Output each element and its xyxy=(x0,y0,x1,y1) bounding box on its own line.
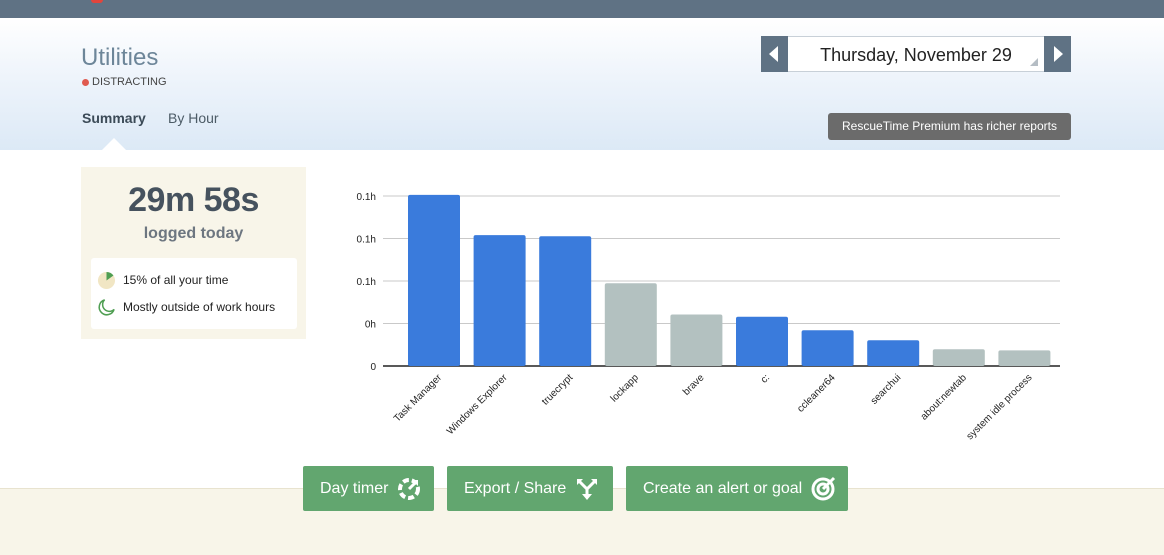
bar-6[interactable] xyxy=(801,330,854,366)
bar-9[interactable] xyxy=(998,350,1051,366)
bar-8[interactable] xyxy=(932,349,985,366)
chart-bars xyxy=(408,194,1051,366)
chart-x-tick-labels: Task Manager Windows Explorer truecrypt loc… xyxy=(392,372,1035,442)
stat-work-hours: Mostly outside of work hours xyxy=(97,297,275,317)
x-tick-label: truecrypt xyxy=(540,372,575,407)
bar-7[interactable] xyxy=(867,340,920,366)
moon-icon xyxy=(98,298,115,315)
y-tick-label: 0.1h xyxy=(357,277,376,288)
bar-1[interactable] xyxy=(473,235,526,366)
x-tick-label: brave xyxy=(681,372,707,398)
bar-4[interactable] xyxy=(670,314,723,366)
summary-card: 29m 58s logged today 15% of all your tim… xyxy=(81,167,306,339)
y-tick-label: 0 xyxy=(370,362,376,373)
x-tick-label: about:newtab xyxy=(919,372,970,423)
resize-corner-icon xyxy=(1030,58,1038,66)
active-tab-pointer xyxy=(102,138,126,150)
total-time-value: 29m 58s xyxy=(128,181,259,219)
x-tick-label: searchui xyxy=(869,372,904,407)
share-icon xyxy=(577,478,598,500)
tab-by-hour[interactable]: By Hour xyxy=(168,110,219,126)
export-share-label: Export / Share xyxy=(464,479,567,497)
create-alert-goal-label: Create an alert or goal xyxy=(643,479,803,497)
time-by-application-chart: 0 0h 0.1h 0.1h 0.1h Task Manager Windows Expl… xyxy=(357,192,1060,442)
top-nav-bar xyxy=(0,0,1164,18)
stat-work-hours-label: Mostly outside of work hours xyxy=(123,300,276,314)
x-tick-label: ccleaner64 xyxy=(795,372,838,415)
next-day-button[interactable] xyxy=(1044,36,1071,72)
category-label: DISTRACTING xyxy=(92,76,167,88)
x-tick-label: c: xyxy=(759,372,772,385)
bar-0[interactable] xyxy=(408,194,460,366)
x-tick-label: Task Manager xyxy=(392,372,445,425)
y-tick-label: 0.1h xyxy=(357,192,376,203)
y-tick-label: 0h xyxy=(365,320,376,331)
date-picker[interactable]: Thursday, November 29 xyxy=(761,36,1071,72)
stat-share-label: 15% of all your time xyxy=(123,273,229,287)
day-timer-label: Day timer xyxy=(320,479,389,497)
bar-2[interactable] xyxy=(539,236,592,366)
page-title: Utilities xyxy=(81,44,159,71)
x-tick-label: system idle process xyxy=(965,372,1035,442)
day-timer-button[interactable]: Day timer xyxy=(303,466,434,511)
x-tick-label: Windows Explorer xyxy=(445,372,510,437)
timer-icon xyxy=(398,477,421,500)
previous-day-button[interactable] xyxy=(761,36,788,72)
premium-upsell-button[interactable]: RescueTime Premium has richer reports xyxy=(828,113,1071,140)
create-alert-goal-button[interactable]: Create an alert or goal xyxy=(626,466,848,511)
total-time-caption: logged today xyxy=(143,225,244,242)
target-icon xyxy=(811,476,836,500)
y-tick-label: 0.1h xyxy=(357,235,376,246)
stat-share-of-time: 15% of all your time xyxy=(97,270,228,290)
export-share-button[interactable]: Export / Share xyxy=(447,466,613,511)
pie-percent-icon xyxy=(97,271,116,289)
bar-5[interactable] xyxy=(736,316,788,366)
x-tick-label: lockapp xyxy=(609,372,641,404)
bar-3[interactable] xyxy=(604,283,657,366)
logo-icon[interactable] xyxy=(91,0,103,3)
tab-summary[interactable]: Summary xyxy=(82,110,146,126)
category-dot-icon xyxy=(82,79,89,86)
date-display[interactable]: Thursday, November 29 xyxy=(789,45,1043,66)
stats-box: 15% of all your time Mostly outside of w… xyxy=(91,258,297,329)
